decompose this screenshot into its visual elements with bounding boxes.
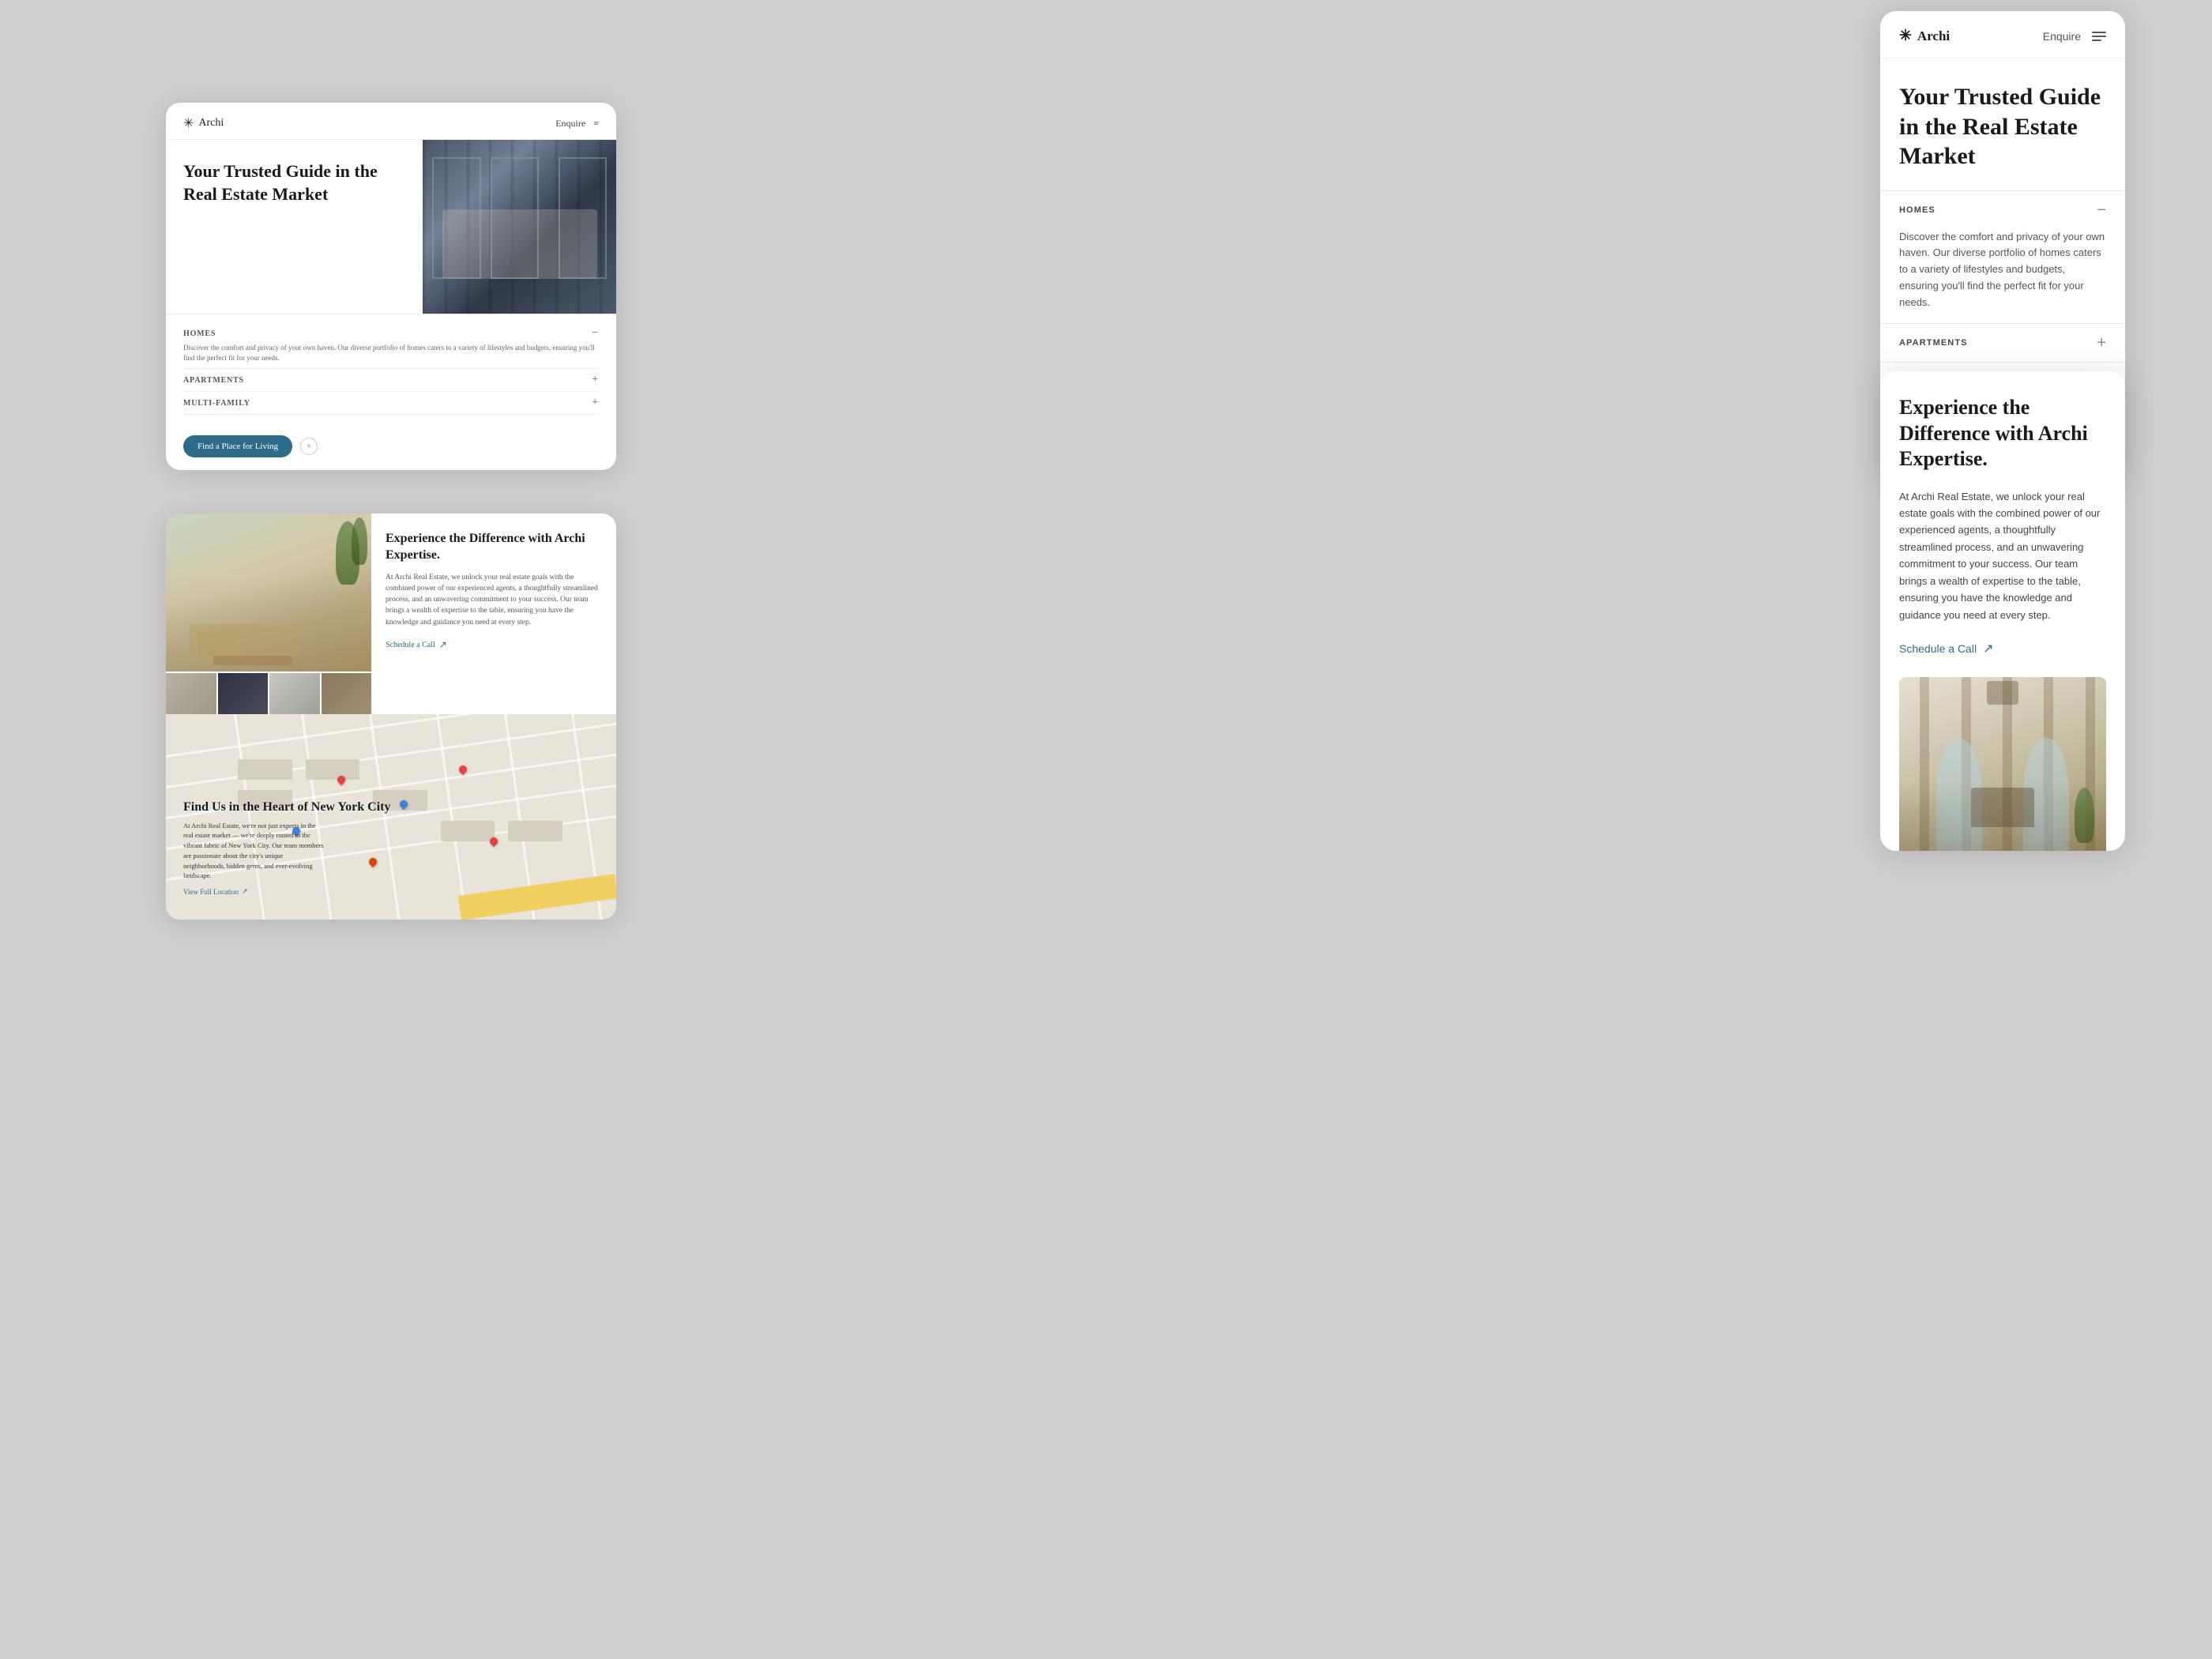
thumb-3 — [269, 673, 320, 714]
acc-homes-label: HOMES — [183, 329, 216, 338]
acc-homes-item: HOMES − Discover the comfort and privacy… — [183, 322, 599, 369]
expertise-images — [166, 514, 371, 714]
rp1-acc-homes-body: Discover the comfort and privacy of your… — [1880, 229, 2125, 324]
hamburger-menu-icon[interactable] — [2092, 32, 2106, 41]
left-hero-section: Your Trusted Guide in the Real Estate Ma… — [166, 140, 616, 314]
acc-multifamily-item: MULTI-FAMILY + — [183, 392, 599, 415]
acc-multifamily-icon: + — [592, 397, 599, 408]
rp1-logo: ✳ Archi — [1899, 27, 1950, 45]
left-accordion: HOMES − Discover the comfort and privacy… — [166, 314, 616, 426]
rp1-logo-star-icon: ✳ — [1899, 27, 1912, 45]
expertise-section: Experience the Difference with Archi Exp… — [166, 514, 616, 714]
menu-icon[interactable]: ≡ — [593, 118, 599, 130]
rp1-acc-homes-header[interactable]: HOMES − — [1880, 191, 2125, 229]
left-nav: Enquire ≡ — [555, 118, 599, 130]
rp1-acc-homes-icon: − — [2097, 202, 2106, 218]
view-location-link[interactable]: View Full Location ↗ — [183, 887, 391, 896]
main-room-image — [166, 514, 371, 672]
acc-homes-header[interactable]: HOMES − — [183, 328, 599, 339]
rp1-accordion: HOMES − Discover the comfort and privacy… — [1880, 190, 2125, 402]
rp1-nav: Enquire — [2043, 30, 2106, 43]
left-office-image — [423, 140, 616, 314]
left-preview-card: ✳ Archi Enquire ≡ Your Trusted Guide in … — [166, 103, 616, 470]
office-photo — [423, 140, 616, 314]
left-logo: ✳ Archi — [183, 115, 224, 131]
left-find-place-button[interactable]: Find a Place for Living — [183, 435, 292, 457]
right-panel-expertise: Experience the Difference with Archi Exp… — [1880, 371, 2125, 851]
expertise-body: At Archi Real Estate, we unlock your rea… — [386, 572, 602, 628]
fireplace-decoration — [1971, 788, 2034, 827]
expertise-text-block: Experience the Difference with Archi Exp… — [371, 514, 616, 714]
acc-apartments-header[interactable]: APARTMENTS + — [183, 374, 599, 386]
expertise-title: Experience the Difference with Archi Exp… — [386, 531, 602, 564]
enquire-link[interactable]: Enquire — [555, 118, 585, 130]
schedule-call-text: Schedule a Call — [386, 641, 435, 649]
map-body: At Archi Real Estate, we're not just exp… — [183, 821, 325, 882]
map-title: Find Us in the Heart of New York City — [183, 799, 391, 816]
logo-star-icon: ✳ — [183, 115, 194, 131]
rp2-room-image — [1899, 677, 2106, 851]
acc-multifamily-header[interactable]: MULTI-FAMILY + — [183, 397, 599, 408]
rp1-hero-title: Your Trusted Guide in the Real Estate Ma… — [1880, 58, 2125, 190]
rp1-header: ✳ Archi Enquire — [1880, 11, 2125, 58]
rp2-schedule-text: Schedule a Call — [1899, 642, 1977, 655]
acc-apartments-icon: + — [592, 374, 599, 386]
map-pin-red-2 — [457, 764, 468, 775]
left-bottom-card: Experience the Difference with Archi Exp… — [166, 514, 616, 920]
rp2-schedule-link[interactable]: Schedule a Call ↗ — [1899, 641, 2106, 656]
rp1-acc-apartments-label: APARTMENTS — [1899, 338, 1968, 348]
close-button[interactable]: × — [300, 438, 318, 455]
acc-multifamily-label: MULTI-FAMILY — [183, 399, 250, 408]
rp1-brand-name: Archi — [1917, 28, 1950, 44]
rp1-acc-homes-label: HOMES — [1899, 205, 1936, 215]
left-cta-row: Find a Place for Living × — [166, 426, 616, 470]
thumb-4 — [322, 673, 372, 714]
view-location-text: View Full Location — [183, 888, 239, 896]
arrow-icon: ↗ — [439, 639, 447, 651]
rp2-expertise-body: At Archi Real Estate, we unlock your rea… — [1899, 488, 2106, 624]
thumbnail-row — [166, 673, 371, 714]
rp2-expertise-title: Experience the Difference with Archi Exp… — [1899, 395, 2106, 472]
thumb-2 — [218, 673, 269, 714]
acc-homes-body: Discover the comfort and privacy of your… — [183, 343, 599, 363]
schedule-call-link[interactable]: Schedule a Call ↗ — [386, 639, 602, 651]
rp1-enquire-link[interactable]: Enquire — [2043, 30, 2081, 43]
left-card-header: ✳ Archi Enquire ≡ — [166, 103, 616, 140]
rp1-acc-apartments-header[interactable]: APARTMENTS + — [1880, 324, 2125, 362]
acc-apartments-label: APARTMENTS — [183, 376, 244, 385]
rp1-acc-apartments-icon: + — [2097, 335, 2106, 351]
rp1-acc-homes-item: HOMES − Discover the comfort and privacy… — [1880, 191, 2125, 325]
view-location-arrow: ↗ — [242, 887, 248, 896]
acc-homes-icon: − — [592, 328, 599, 339]
map-overlay: Find Us in the Heart of New York City At… — [183, 799, 391, 896]
map-section: Find Us in the Heart of New York City At… — [166, 714, 616, 920]
left-hero-text: Your Trusted Guide in the Real Estate Ma… — [166, 140, 423, 314]
thumb-1 — [166, 673, 216, 714]
left-hero-title: Your Trusted Guide in the Real Estate Ma… — [183, 160, 405, 205]
rp1-acc-apartments-item: APARTMENTS + — [1880, 324, 2125, 363]
brand-name: Archi — [198, 117, 224, 130]
acc-apartments-item: APARTMENTS + — [183, 369, 599, 392]
rp2-arrow-icon: ↗ — [1983, 641, 1993, 656]
